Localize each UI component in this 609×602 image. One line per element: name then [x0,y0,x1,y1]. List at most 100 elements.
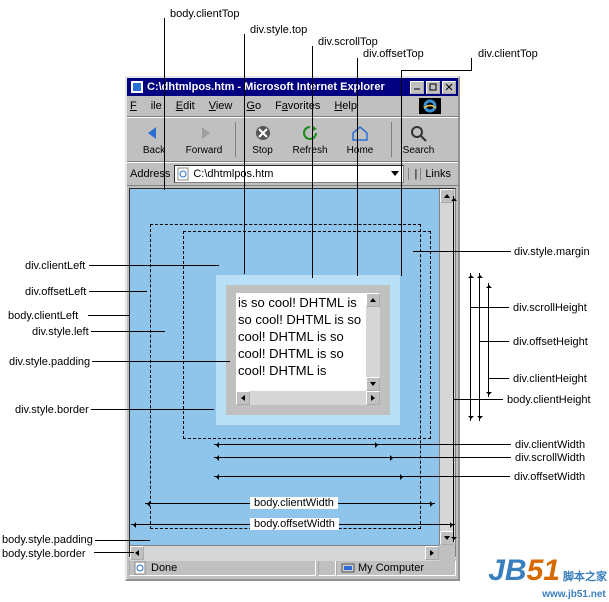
label-body-style-padding: body.style.padding [0,534,95,546]
label-body-clientTop: body.clientTop [168,8,242,20]
home-label: Home [347,145,374,156]
label-body-style-border: body.style.border [0,548,88,560]
links-label[interactable]: Links [420,168,455,180]
label-body-offsetWidth: body.offsetWidth [250,518,339,530]
dropdown-icon[interactable] [389,167,401,182]
titlebar: C:\dhtmlpos.htm - Microsoft Internet Exp… [127,78,458,96]
brand-prefix: JB [488,554,526,587]
label-div-clientWidth: div.clientWidth [513,439,587,451]
address-go-icon[interactable]: | [408,168,420,180]
leader [86,409,214,410]
measure-div-offsetWidth [214,476,405,477]
page-icon [177,167,191,181]
stop-button[interactable]: Stop [235,122,285,157]
ie-page-icon [130,80,144,94]
forward-label: Forward [186,145,223,156]
menu-edit[interactable]: Edit [176,100,195,112]
search-label: Search [403,145,435,156]
label-div-offsetWidth: div.offsetWidth [512,471,587,483]
leader [471,58,472,70]
leader [489,378,509,379]
dashed-div-margin [183,231,431,439]
leader [89,265,219,266]
brand-url: www.jb51.net [542,589,606,600]
leader [244,34,245,274]
menu-view[interactable]: View [209,100,233,112]
label-div-style-margin: div.style.margin [512,246,592,258]
label-div-scrollWidth: div.scrollWidth [513,452,587,464]
close-button[interactable] [442,81,456,94]
menu-file[interactable]: File [130,100,162,112]
menu-help[interactable]: Help [334,100,357,112]
label-div-style-top: div.style.top [248,24,309,36]
leader [89,291,147,292]
label-div-style-padding: div.style.padding [7,356,92,368]
label-div-offsetTop: div.offsetTop [361,48,426,60]
label-div-clientHeight: div.clientHeight [511,373,589,385]
refresh-icon [299,123,321,143]
label-body-clientLeft: body.clientLeft [6,310,80,322]
scroll-corner [439,545,455,561]
leader [357,58,358,276]
leader [94,552,134,553]
home-icon [349,123,371,143]
leader [405,476,510,477]
my-computer-icon [341,561,355,575]
address-value: C:\dhtmlpos.htm [193,168,273,180]
refresh-label: Refresh [292,145,327,156]
leader [471,307,509,308]
toolbar: Back Forward Stop Refresh Home Search [127,117,458,162]
menu-favorites[interactable]: Favorites [275,100,320,112]
measure-div-clientHeight [488,283,489,397]
label-div-style-left: div.style.left [30,326,91,338]
measure-div-clientWidth [214,444,380,445]
label-div-offsetHeight: div.offsetHeight [511,336,590,348]
back-button[interactable]: Back [129,122,179,157]
label-div-scrollHeight: div.scrollHeight [511,302,589,314]
leader [401,70,402,276]
window-title: C:\dhtmlpos.htm - Microsoft Internet Exp… [147,81,385,93]
ie-logo-icon [419,98,441,114]
status-done: Done [151,562,177,574]
brand-zh: 脚本之家 [563,571,607,583]
forward-arrow-icon [193,123,215,143]
label-div-clientTop: div.clientTop [476,48,540,60]
leader [395,457,511,458]
label-body-clientWidth: body.clientWidth [250,497,338,509]
body-horizontal-scrollbar[interactable] [130,545,439,561]
back-label: Back [143,145,165,156]
menubar: File Edit View Go Favorites Help [127,96,458,117]
leader [454,399,503,400]
leader [91,331,165,332]
leader [312,46,313,278]
label-div-offsetLeft: div.offsetLeft [23,286,88,298]
measure-body-clientHeight [453,196,454,542]
leader [164,18,165,190]
label-body-clientHeight: body.clientHeight [505,394,593,406]
watermark: JB51 脚本之家 www.jb51.net [488,554,607,600]
back-arrow-icon [143,123,165,143]
address-input[interactable]: C:\dhtmlpos.htm [174,165,404,183]
leader [401,70,472,71]
maximize-button[interactable] [426,81,440,94]
address-bar: Address C:\dhtmlpos.htm | Links [127,162,458,186]
leader [88,315,130,316]
label-div-clientLeft: div.clientLeft [23,260,87,272]
label-div-style-border: div.style.border [13,404,91,416]
refresh-button[interactable]: Refresh [285,122,335,157]
measure-div-scrollWidth [214,457,395,458]
leader [90,361,230,362]
home-button[interactable]: Home [335,122,385,157]
leader [480,341,509,342]
leader [413,251,511,252]
minimize-button[interactable] [410,81,424,94]
label-div-scrollTop: div.scrollTop [316,36,380,48]
forward-button[interactable]: Forward [179,122,229,157]
search-button[interactable]: Search [391,122,441,157]
leader [94,540,150,541]
status-zone: My Computer [358,562,424,574]
stop-icon [252,123,274,143]
brand-num: 51 [527,554,560,587]
search-icon [408,123,430,143]
menu-go[interactable]: Go [246,100,261,112]
